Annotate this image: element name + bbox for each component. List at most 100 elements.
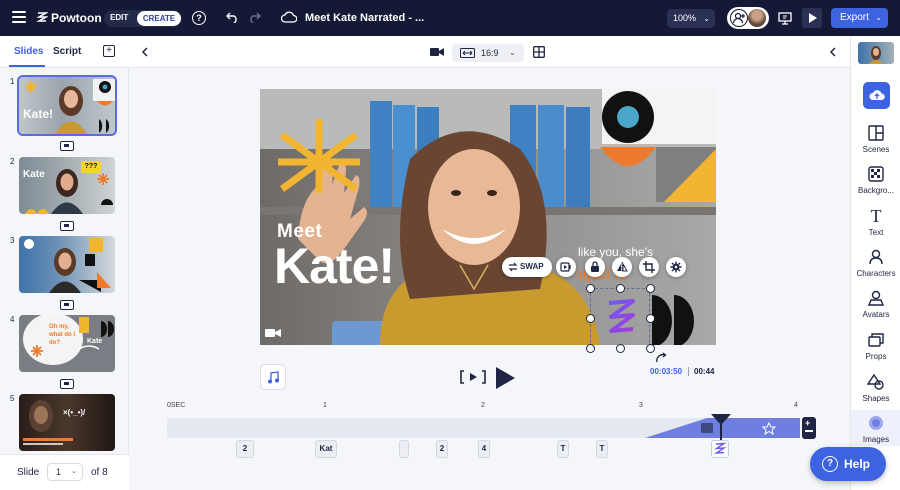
slide-number: 3 [10,236,15,245]
undo-icon[interactable] [226,12,239,23]
resize-handle[interactable] [586,314,595,323]
slide-label: Slide [17,467,40,478]
tool-props[interactable]: Props [851,331,900,361]
project-title[interactable]: Meet Kate Narrated - ... [305,12,424,24]
tab-script[interactable]: Script [53,46,81,57]
user-avatar[interactable] [748,9,766,27]
timeline-element[interactable]: T [596,440,608,458]
timeline-element[interactable]: T [557,440,569,458]
resize-handle[interactable] [646,314,655,323]
avatar-thumbnail[interactable] [858,42,894,64]
tool-shapes[interactable]: Shapes [851,373,900,403]
zoom-in-icon[interactable]: + [805,418,810,428]
preview-play-button[interactable] [802,8,822,28]
timeline-track[interactable] [167,418,800,438]
avatars-icon [868,290,884,306]
lock-button[interactable] [585,257,605,277]
slide-canvas[interactable]: ujecl to Meet Kate! like you, she's SWAP [260,89,716,345]
swap-button[interactable]: SWAP [502,257,552,277]
timeline-element[interactable]: 2 [236,440,254,458]
slide-2-title: Kate [23,169,45,180]
timeline-element[interactable]: 2 [436,440,448,458]
time-current: 00:03:50 [650,367,683,376]
presentation-icon[interactable] [777,10,793,26]
resize-handle[interactable] [646,284,655,293]
transition-icon[interactable] [60,379,74,389]
mode-create-option[interactable]: CREATE [137,11,181,26]
play-button[interactable] [493,365,517,391]
tab-underline [9,65,45,67]
slide-number: 4 [10,315,15,324]
canvas-toolbar: 16:9 ⌄ [129,36,850,68]
music-button[interactable] [260,364,286,390]
slide-subtitle[interactable]: like you, she's [578,245,653,259]
animation-button[interactable] [556,257,576,277]
play-scene-icon [460,370,486,384]
slide-title-big[interactable]: Kate! [274,237,395,295]
transition-icon[interactable] [60,221,74,231]
selected-element[interactable] [590,288,650,345]
zoom-out-icon[interactable] [805,430,813,432]
tool-label: Images [862,435,890,444]
chevron-down-icon: ⌄ [875,13,882,22]
tool-scenes[interactable]: Scenes [851,124,900,154]
grid-icon[interactable] [533,46,545,58]
background-icon [868,166,884,182]
playhead[interactable] [709,413,733,443]
aspect-ratio-select[interactable]: 16:9 ⌄ [452,44,524,62]
transition-icon[interactable] [60,141,74,151]
slide-thumbnail[interactable] [19,236,115,293]
tool-text[interactable]: T Text [851,207,900,237]
timeline-zoom-control[interactable]: + [802,417,816,439]
resize-handle[interactable] [586,344,595,353]
resize-handle[interactable] [616,284,625,293]
add-slide-icon[interactable]: + [103,45,115,57]
help-button[interactable]: ? Help [810,447,886,481]
timeline-element-selected[interactable] [711,440,729,458]
timeline-element[interactable]: 4 [478,440,490,458]
tab-slides[interactable]: Slides [14,46,43,57]
slide-thumbnail[interactable]: ×(•_•)/ [19,394,115,451]
tool-images[interactable]: Images [851,410,900,446]
tick-label: 0SEC [167,402,186,409]
transition-icon[interactable] [60,300,74,310]
collaborators[interactable] [727,7,769,29]
resize-handle[interactable] [586,284,595,293]
collapse-left-icon[interactable] [141,47,149,57]
add-user-icon[interactable] [730,9,748,27]
slide-select[interactable]: 1 ⌄ [47,463,83,481]
upload-button[interactable] [863,82,890,109]
powtoon-logo-element [608,299,635,333]
resize-handle[interactable] [616,344,625,353]
redo-icon[interactable] [248,12,261,23]
crop-button[interactable] [639,257,659,277]
hamburger-menu-icon[interactable] [12,11,26,23]
tool-background[interactable]: Backgro... [851,165,900,195]
top-bar: Powtoon EDIT CREATE ? Meet Kate Narrated… [0,0,900,36]
help-circle-icon[interactable]: ? [192,11,206,25]
camera-icon[interactable] [430,47,444,57]
play-scene-button[interactable] [459,368,487,386]
slide-thumbnail[interactable]: Kate! [17,75,117,136]
slide-thumbnail[interactable]: Oh my, what do I do? Kate [19,315,115,372]
brand-name: Powtoon [51,11,102,25]
collapse-right-icon[interactable] [829,47,837,57]
timeline-element[interactable]: Kat [315,440,337,458]
zoom-select[interactable]: 100% ⌄ [667,9,715,28]
slide-total: of 8 [91,467,108,478]
rotate-handle-icon[interactable] [655,352,667,364]
tool-avatars[interactable]: Avatars [851,289,900,319]
timeline-element[interactable] [399,440,409,458]
slide-thumbnail[interactable]: ??? Kate [19,157,115,214]
mode-toggle[interactable]: EDIT CREATE [104,10,182,27]
tool-label: Shapes [862,394,890,403]
panel-tabs: Slides Script + [0,36,129,68]
export-button[interactable]: Export ⌄ [831,8,888,28]
tool-characters[interactable]: Characters [851,248,900,278]
video-camera-icon[interactable] [265,327,281,339]
flip-button[interactable] [612,257,632,277]
powtoon-logo-icon [36,12,48,22]
settings-button[interactable] [666,257,686,277]
resize-handle[interactable] [646,344,655,353]
mode-edit-option[interactable]: EDIT [110,13,128,22]
